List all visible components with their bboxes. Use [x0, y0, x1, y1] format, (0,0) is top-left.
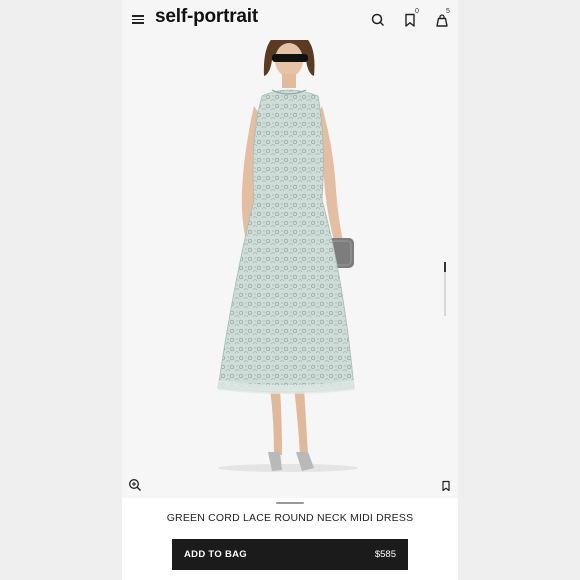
brand-logo[interactable]: self-portrait: [155, 6, 258, 28]
add-to-bag-label: ADD TO BAG: [184, 549, 247, 560]
drag-handle[interactable]: [276, 502, 304, 504]
product-page: self-portrait 0 5 GREEN CORD LACE ROUND …: [122, 0, 458, 580]
product-info-panel: GREEN CORD LACE ROUND NECK MIDI DRESS AD…: [122, 498, 458, 580]
menu-icon[interactable]: [132, 13, 144, 25]
gallery-scrollbar-thumb[interactable]: [444, 262, 446, 272]
wishlist-count: 0: [415, 8, 419, 15]
zoom-in-icon[interactable]: [128, 478, 142, 492]
site-header: self-portrait 0 5: [122, 0, 458, 40]
bookmark-icon[interactable]: [440, 479, 452, 492]
right-backdrop: [458, 0, 580, 580]
search-icon[interactable]: [370, 12, 386, 28]
product-image[interactable]: [122, 31, 458, 500]
bag-count: 5: [446, 8, 450, 15]
left-backdrop: [0, 0, 122, 580]
product-title: GREEN CORD LACE ROUND NECK MIDI DRESS: [166, 512, 414, 524]
add-to-bag-button[interactable]: ADD TO BAG $585: [172, 539, 408, 570]
product-price: $585: [374, 549, 396, 560]
